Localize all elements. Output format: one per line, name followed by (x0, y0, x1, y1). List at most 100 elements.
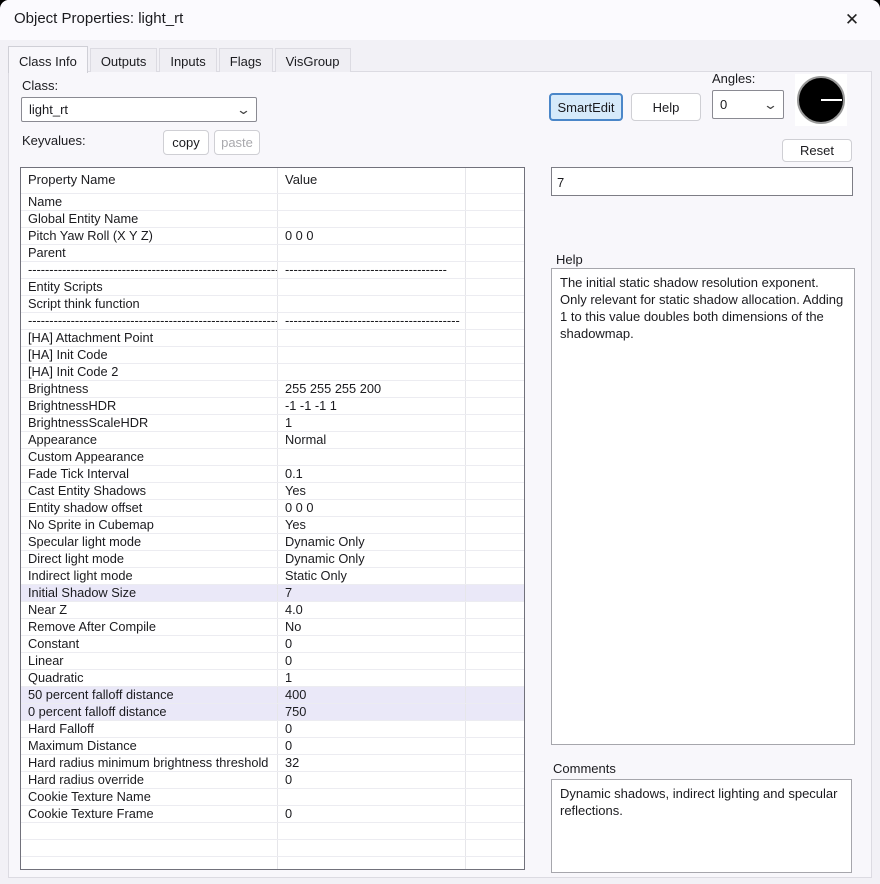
angles-label: Angles: (712, 71, 755, 86)
tab-strip: Class InfoOutputsInputsFlagsVisGroup (8, 45, 353, 72)
property-name-cell: 50 percent falloff distance (21, 687, 278, 703)
table-row[interactable]: Quadratic1 (21, 670, 524, 687)
table-row[interactable]: Near Z4.0 (21, 602, 524, 619)
table-row[interactable]: Specular light modeDynamic Only (21, 534, 524, 551)
extra-cell (466, 551, 524, 567)
class-combobox[interactable]: light_rt ⌄ (21, 97, 257, 122)
column-header-property[interactable]: Property Name (21, 168, 278, 193)
property-value-cell (278, 245, 466, 261)
table-separator-row[interactable]: ----------------------------------------… (21, 313, 524, 330)
angles-combobox[interactable]: 0 ⌄ (712, 90, 784, 119)
table-row[interactable]: Maximum Distance0 (21, 738, 524, 755)
table-row[interactable]: No Sprite in CubemapYes (21, 517, 524, 534)
table-row[interactable]: BrightnessHDR-1 -1 -1 1 (21, 398, 524, 415)
table-row[interactable]: Constant0 (21, 636, 524, 653)
property-value-cell (278, 789, 466, 805)
value-input[interactable] (551, 167, 853, 196)
table-row[interactable]: Hard radius minimum brightness threshold… (21, 755, 524, 772)
property-name-cell: 0 percent falloff distance (21, 704, 278, 720)
property-value-cell: 255 255 255 200 (278, 381, 466, 397)
class-combobox-value: light_rt (29, 102, 68, 117)
extra-cell (466, 313, 524, 329)
property-table[interactable]: Property Name Value NameGlobal Entity Na… (20, 167, 525, 870)
property-name-cell: Initial Shadow Size (21, 585, 278, 601)
table-row[interactable]: Custom Appearance (21, 449, 524, 466)
table-row[interactable]: Indirect light modeStatic Only (21, 568, 524, 585)
property-value-cell: 0 0 0 (278, 228, 466, 244)
object-properties-dialog: Object Properties: light_rt ✕ Class Info… (0, 0, 880, 884)
table-row[interactable]: Entity Scripts (21, 279, 524, 296)
help-button[interactable]: Help (631, 93, 701, 121)
close-icon[interactable]: ✕ (838, 6, 866, 34)
table-row[interactable]: Cookie Texture Frame0 (21, 806, 524, 823)
table-row[interactable]: Pitch Yaw Roll (X Y Z)0 0 0 (21, 228, 524, 245)
property-name-cell: Parent (21, 245, 278, 261)
angle-picker[interactable] (795, 74, 847, 126)
extra-cell (466, 449, 524, 465)
table-row[interactable] (21, 857, 524, 870)
property-name-cell: Pitch Yaw Roll (X Y Z) (21, 228, 278, 244)
tab-class-info[interactable]: Class Info (8, 46, 88, 73)
property-value-cell (278, 823, 466, 839)
table-row[interactable]: Remove After CompileNo (21, 619, 524, 636)
table-row[interactable]: Cookie Texture Name (21, 789, 524, 806)
table-row[interactable]: Script think function (21, 296, 524, 313)
table-row[interactable] (21, 823, 524, 840)
tab-outputs[interactable]: Outputs (90, 48, 158, 72)
property-name-cell: Cookie Texture Name (21, 789, 278, 805)
comments-textarea[interactable]: Dynamic shadows, indirect lighting and s… (551, 779, 852, 873)
table-row[interactable]: [HA] Attachment Point (21, 330, 524, 347)
property-value-cell: 4.0 (278, 602, 466, 618)
table-row[interactable]: Linear0 (21, 653, 524, 670)
titlebar[interactable]: Object Properties: light_rt ✕ (0, 0, 880, 40)
column-header-value[interactable]: Value (278, 168, 466, 193)
property-value-cell (278, 857, 466, 870)
paste-button[interactable]: paste (214, 130, 260, 155)
table-row[interactable]: BrightnessScaleHDR1 (21, 415, 524, 432)
extra-cell (466, 347, 524, 363)
copy-button[interactable]: copy (163, 130, 209, 155)
extra-cell (466, 687, 524, 703)
property-name-cell (21, 823, 278, 839)
extra-cell (466, 483, 524, 499)
table-separator-row[interactable]: ----------------------------------------… (21, 262, 524, 279)
extra-cell (466, 840, 524, 856)
property-name-cell: Remove After Compile (21, 619, 278, 635)
extra-cell (466, 381, 524, 397)
table-row[interactable]: Hard radius override0 (21, 772, 524, 789)
tab-inputs[interactable]: Inputs (159, 48, 216, 72)
tab-flags[interactable]: Flags (219, 48, 273, 72)
table-row[interactable]: Name (21, 194, 524, 211)
table-row[interactable]: [HA] Init Code (21, 347, 524, 364)
tab-visgroup[interactable]: VisGroup (275, 48, 351, 72)
property-value-cell: 0 (278, 738, 466, 754)
table-row[interactable]: Fade Tick Interval0.1 (21, 466, 524, 483)
property-value-cell: 750 (278, 704, 466, 720)
table-header: Property Name Value (21, 168, 524, 194)
property-value-cell: No (278, 619, 466, 635)
property-name-cell: ----------------------------------------… (21, 262, 278, 278)
property-name-cell (21, 840, 278, 856)
angle-needle (821, 99, 842, 101)
smartedit-button[interactable]: SmartEdit (549, 93, 623, 121)
table-row[interactable]: 0 percent falloff distance750 (21, 704, 524, 721)
table-row[interactable]: Hard Falloff0 (21, 721, 524, 738)
table-row[interactable]: [HA] Init Code 2 (21, 364, 524, 381)
property-value-cell: 32 (278, 755, 466, 771)
property-value-cell: 0 (278, 636, 466, 652)
extra-cell (466, 330, 524, 346)
table-row[interactable]: 50 percent falloff distance400 (21, 687, 524, 704)
table-row[interactable]: Cast Entity ShadowsYes (21, 483, 524, 500)
table-row[interactable] (21, 840, 524, 857)
property-value-cell (278, 364, 466, 380)
table-row[interactable]: Entity shadow offset0 0 0 (21, 500, 524, 517)
table-row[interactable]: Parent (21, 245, 524, 262)
table-row[interactable]: Direct light modeDynamic Only (21, 551, 524, 568)
property-name-cell: Script think function (21, 296, 278, 312)
property-name-cell: Cookie Texture Frame (21, 806, 278, 822)
table-row[interactable]: Initial Shadow Size7 (21, 585, 524, 602)
table-row[interactable]: Global Entity Name (21, 211, 524, 228)
table-row[interactable]: AppearanceNormal (21, 432, 524, 449)
table-row[interactable]: Brightness255 255 255 200 (21, 381, 524, 398)
reset-button[interactable]: Reset (782, 139, 852, 162)
